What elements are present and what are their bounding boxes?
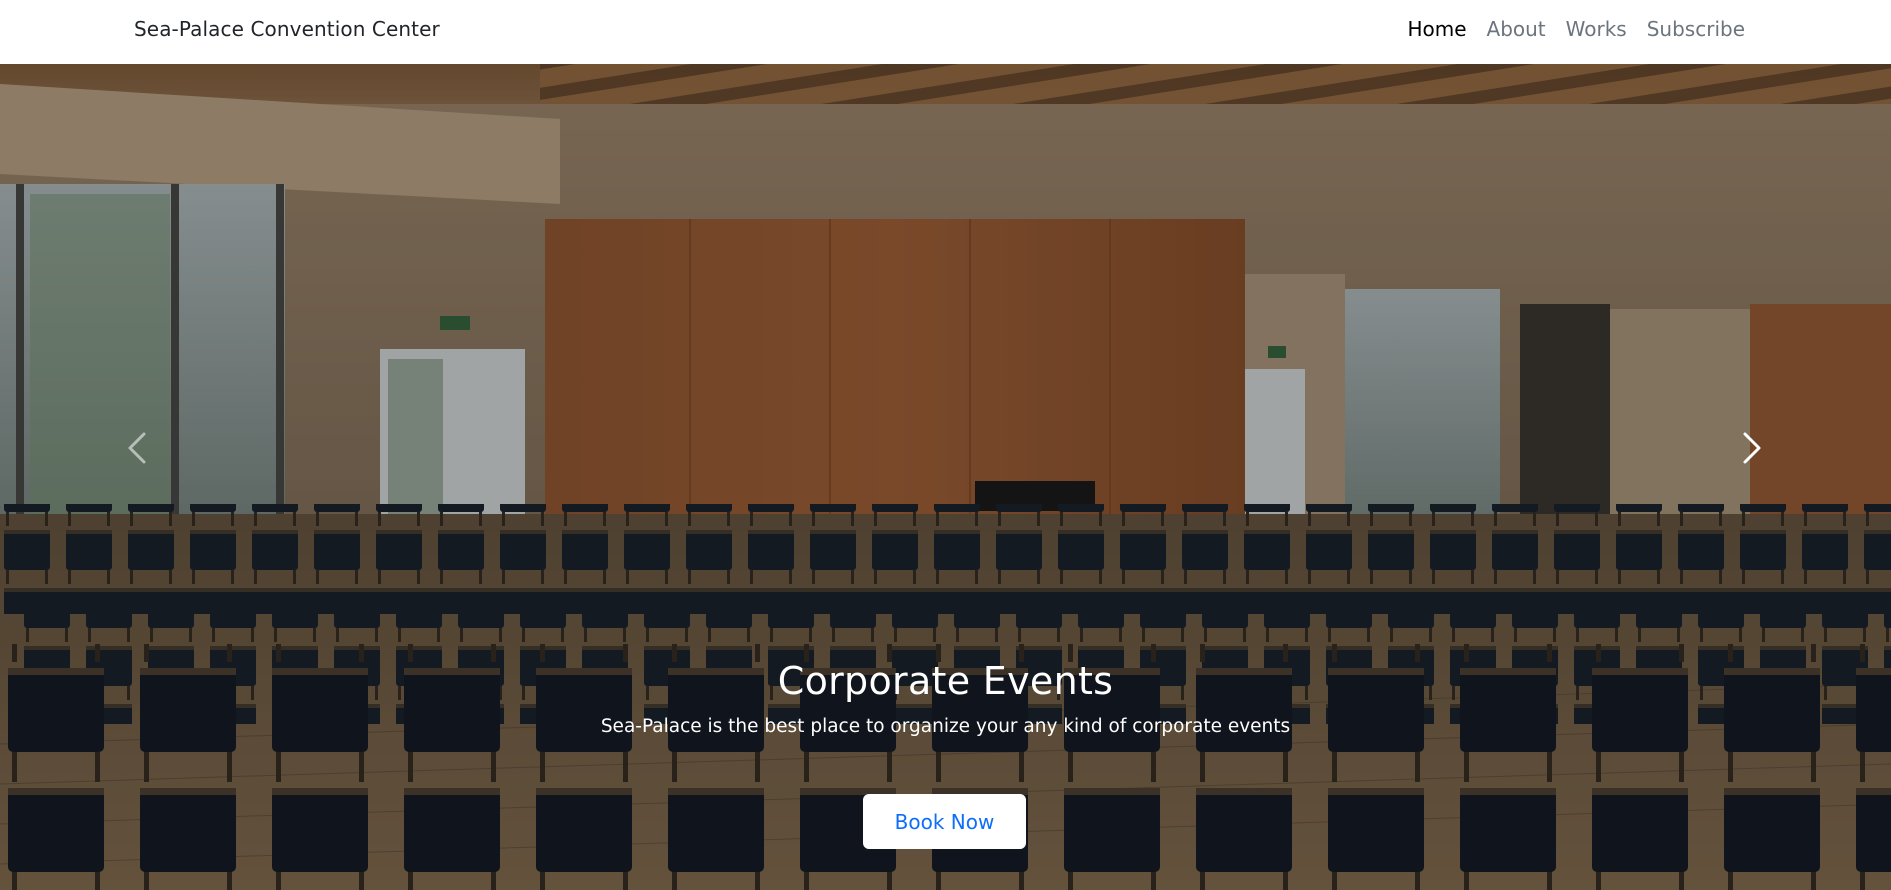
chevron-left-icon — [128, 432, 146, 464]
carousel-next-button[interactable] — [1731, 418, 1771, 478]
hero-title: Corporate Events — [777, 659, 1114, 703]
hero-subtitle: Sea-Palace is the best place to organize… — [600, 715, 1291, 737]
top-navbar: Sea-Palace Convention Center Home About … — [0, 0, 1891, 64]
carousel-caption: Corporate Events Sea-Palace is the best … — [0, 659, 1891, 740]
nav-link-home[interactable]: Home — [1397, 17, 1476, 41]
nav-links: Home About Works Subscribe — [1397, 17, 1745, 41]
hero-dark-overlay — [0, 64, 1891, 890]
chevron-right-icon — [1743, 432, 1761, 464]
hero-carousel: Corporate Events Sea-Palace is the best … — [0, 64, 1891, 890]
nav-link-works[interactable]: Works — [1556, 17, 1637, 41]
brand-link[interactable]: Sea-Palace Convention Center — [134, 17, 440, 41]
nav-link-about[interactable]: About — [1477, 17, 1556, 41]
carousel-prev-button[interactable] — [118, 418, 158, 478]
book-now-button[interactable]: Book Now — [863, 794, 1026, 849]
nav-link-subscribe[interactable]: Subscribe — [1637, 17, 1745, 41]
